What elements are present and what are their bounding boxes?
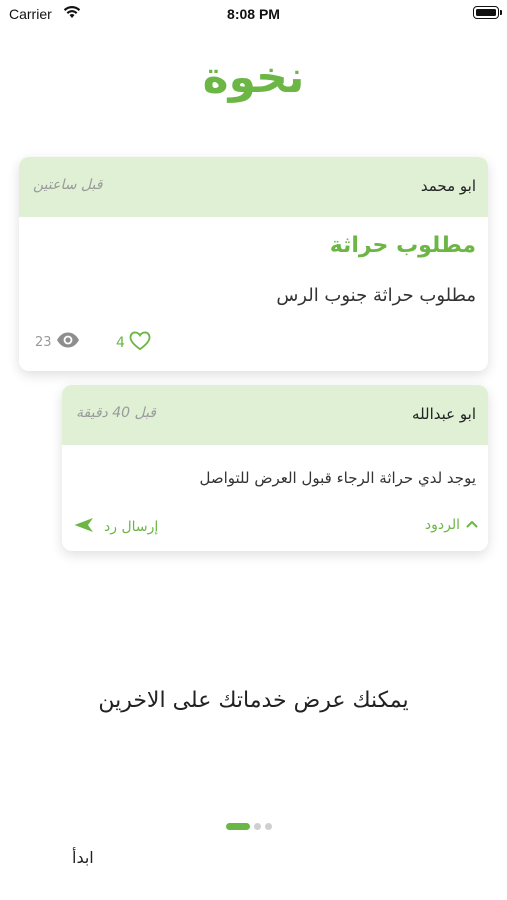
page-dot[interactable] xyxy=(265,823,272,830)
heart-icon xyxy=(129,331,151,355)
post-time-ago: قبل ساعتين xyxy=(33,177,103,193)
start-button[interactable]: ابدأ xyxy=(72,848,94,867)
page-indicator[interactable] xyxy=(226,823,272,830)
chevron-up-icon xyxy=(466,517,478,533)
reply-time-ago: قبل 40 دقيقة xyxy=(76,405,157,421)
like-count: 4 xyxy=(116,335,125,351)
onboarding-tagline: يمكنك عرض خدماتك على الاخرين xyxy=(98,688,409,713)
replies-label: الردود xyxy=(424,517,460,533)
reply-card-header: ابو عبدالله قبل 40 دقيقة xyxy=(62,385,488,445)
page-dot[interactable] xyxy=(254,823,261,830)
send-reply-button[interactable]: إرسال رد xyxy=(74,517,158,537)
reply-author: ابو عبدالله xyxy=(412,405,476,423)
eye-icon xyxy=(56,332,80,352)
post-card-header: ابو محمد قبل ساعتين xyxy=(19,157,488,217)
post-author: ابو محمد xyxy=(420,177,476,195)
post-title: مطلوب حراثة xyxy=(329,233,476,258)
clock: 8:08 PM xyxy=(227,6,280,22)
status-bar: Carrier 8:08 PM xyxy=(0,0,507,28)
post-card[interactable]: ابو محمد قبل ساعتين مطلوب حراثة مطلوب حر… xyxy=(19,157,488,371)
battery-icon xyxy=(473,6,502,19)
reply-card[interactable]: ابو عبدالله قبل 40 دقيقة يوجد لدي حراثة … xyxy=(62,385,488,551)
send-reply-label: إرسال رد xyxy=(104,519,159,535)
views-count: 23 xyxy=(35,334,52,350)
replies-toggle[interactable]: الردود xyxy=(425,517,478,533)
page-dot-active[interactable] xyxy=(226,823,250,830)
post-body: مطلوب حراثة جنوب الرس xyxy=(276,285,476,306)
views-counter: 23 xyxy=(35,332,80,352)
like-button[interactable]: 4 xyxy=(116,331,151,355)
reply-body: يوجد لدي حراثة الرجاء قبول العرض للتواصل xyxy=(199,469,476,487)
send-icon xyxy=(74,517,94,537)
app-title: نخوة xyxy=(202,52,305,103)
